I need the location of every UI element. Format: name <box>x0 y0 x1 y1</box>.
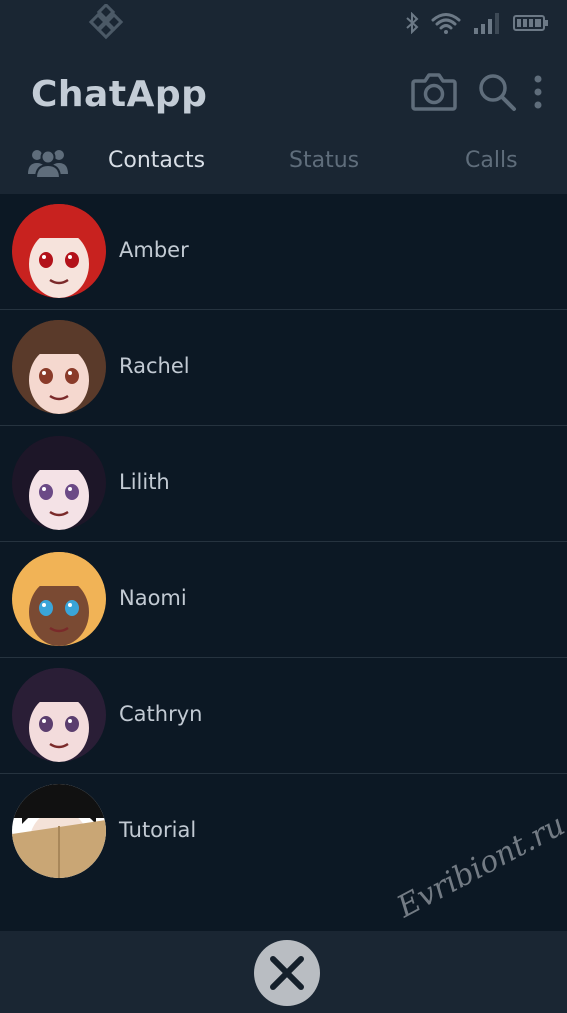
avatar[interactable] <box>12 668 106 762</box>
app-header: ChatApp Contacts Status Calls <box>0 46 567 194</box>
search-icon[interactable] <box>477 72 517 112</box>
contact-row[interactable]: Amber <box>0 194 567 310</box>
tab-calls[interactable]: Calls <box>465 148 518 173</box>
tab-contacts[interactable]: Contacts <box>108 148 205 173</box>
contact-name: Lilith <box>119 470 170 494</box>
contact-row[interactable]: Cathryn <box>0 658 567 774</box>
group-icon[interactable] <box>26 144 70 180</box>
contact-row[interactable]: Rachel <box>0 310 567 426</box>
close-icon <box>270 956 304 990</box>
close-button[interactable] <box>254 940 320 1006</box>
bluetooth-icon <box>406 12 419 34</box>
contact-name: Naomi <box>119 586 187 610</box>
avatar[interactable] <box>12 204 106 298</box>
contact-name: Tutorial <box>119 818 197 842</box>
contact-name: Rachel <box>119 354 190 378</box>
contact-row[interactable]: Lilith <box>0 426 567 542</box>
battery-icon <box>513 15 548 31</box>
status-bar <box>0 0 567 46</box>
tab-bar: Contacts Status Calls <box>0 140 567 188</box>
tab-status[interactable]: Status <box>289 148 359 173</box>
contact-row[interactable]: Naomi <box>0 542 567 658</box>
app-notification-icon <box>88 4 124 40</box>
avatar[interactable] <box>12 436 106 530</box>
camera-icon[interactable] <box>410 70 458 112</box>
app-title: ChatApp <box>31 74 208 115</box>
contact-list: Amber Rachel Lilith Naomi Cathryn Tutorial <box>0 194 567 890</box>
contact-name: Cathryn <box>119 702 203 726</box>
wifi-icon <box>431 13 461 34</box>
avatar[interactable] <box>12 784 106 878</box>
more-options-icon[interactable] <box>528 74 548 114</box>
contact-name: Amber <box>119 238 189 262</box>
avatar[interactable] <box>12 552 106 646</box>
avatar[interactable] <box>12 320 106 414</box>
signal-icon <box>474 13 499 34</box>
bottom-bar <box>0 931 567 1013</box>
